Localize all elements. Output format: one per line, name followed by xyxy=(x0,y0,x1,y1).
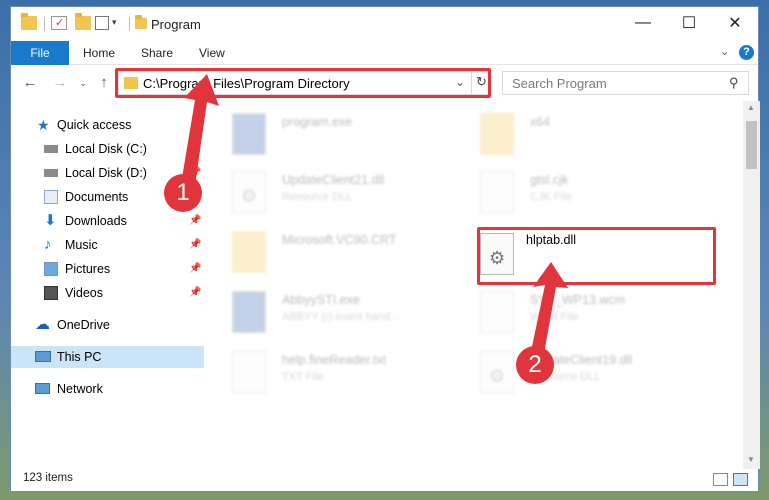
callout-arrows xyxy=(180,74,568,359)
callout-2: 2 xyxy=(516,346,554,384)
callout-1: 1 xyxy=(164,174,202,212)
arrow-2-shape xyxy=(530,262,568,359)
